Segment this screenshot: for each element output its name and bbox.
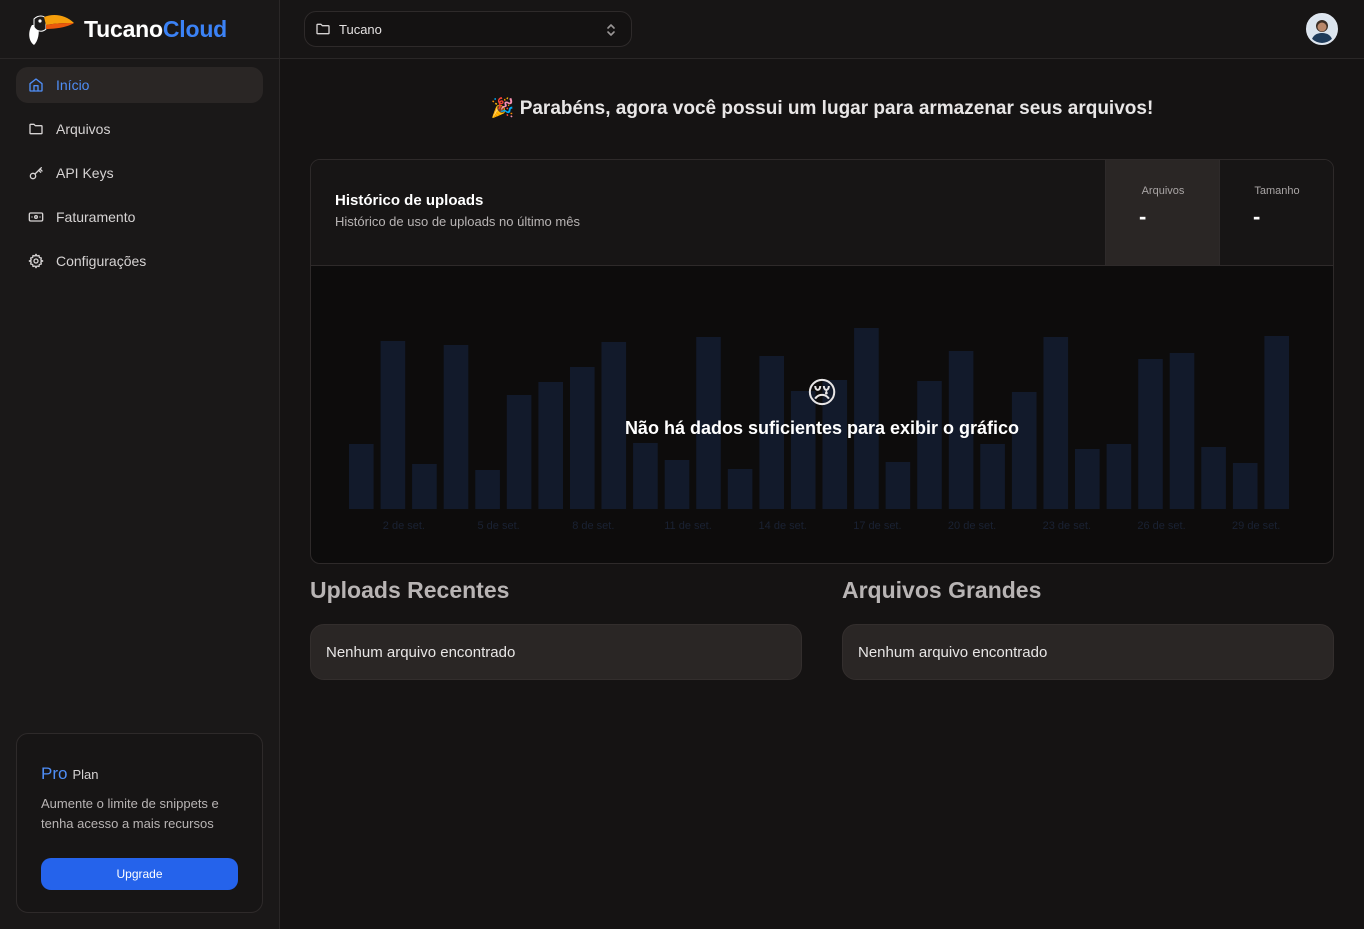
sidebar-item-label: Faturamento	[56, 209, 136, 225]
chart-bar	[980, 444, 1005, 509]
stat-files[interactable]: Arquivos -	[1105, 160, 1219, 265]
bucket-selector[interactable]: Tucano	[304, 11, 632, 47]
user-avatar-image	[1308, 15, 1336, 43]
upload-history-header: Histórico de uploads Histórico de uso de…	[311, 160, 1333, 266]
chart-x-tick-label: 26 de set.	[1137, 520, 1185, 532]
chart-bar	[475, 470, 500, 509]
pro-plan-description: Aumente o limite de snippets e tenha ace…	[41, 796, 219, 831]
chart-bar	[633, 443, 658, 509]
upload-history-card: Histórico de uploads Histórico de uso de…	[310, 159, 1334, 564]
sidebar-item-faturamento[interactable]: Faturamento	[16, 199, 263, 235]
brand-name: TucanoCloud	[84, 15, 228, 42]
sidebar-item-label: Início	[56, 77, 90, 93]
recent-uploads-title: Uploads Recentes	[310, 577, 510, 603]
chart-x-tick-label: 17 de set.	[853, 520, 901, 532]
upgrade-button[interactable]: Upgrade	[41, 858, 238, 890]
key-icon	[29, 167, 43, 180]
chart-bar	[1201, 447, 1226, 509]
large-files-empty: Nenhum arquivo encontrado	[842, 624, 1334, 680]
sidebar-item-arquivos[interactable]: Arquivos	[16, 111, 263, 147]
chart-bar	[664, 460, 690, 509]
sidebar-nav: Início Arquivos API Keys Faturamento Con…	[0, 59, 279, 295]
chart-x-tick-label: 14 de set.	[759, 520, 807, 532]
chart-bar	[349, 444, 374, 509]
chart-empty-state: 😢 Não há dados suficientes para exibir o…	[311, 376, 1333, 439]
folder-icon	[29, 123, 43, 135]
stat-size[interactable]: Tamanho -	[1219, 160, 1333, 265]
chart-x-tick-label: 5 de set.	[477, 520, 519, 532]
chart-bar	[1232, 463, 1258, 509]
bucket-selector-value: Tucano	[339, 21, 382, 37]
chart-bar	[1106, 444, 1132, 509]
user-avatar[interactable]	[1306, 13, 1338, 45]
brand-logo[interactable]: TucanoCloud	[0, 0, 279, 59]
recent-uploads-empty: Nenhum arquivo encontrado	[310, 624, 802, 680]
stat-files-value: -	[1139, 204, 1147, 229]
chart-bar	[1075, 449, 1100, 509]
home-icon	[29, 78, 43, 92]
stat-files-label: Arquivos	[1141, 185, 1185, 197]
chart-x-tick-label: 20 de set.	[948, 520, 996, 532]
chart-x-tick-label: 11 de set.	[664, 520, 712, 532]
chart-bar	[727, 469, 753, 509]
chart-empty-message: Não há dados suficientes para exibir o g…	[624, 418, 1020, 438]
upload-history-title: Histórico de uploads	[335, 192, 484, 209]
sidebar-item-inicio[interactable]: Início	[16, 67, 263, 103]
pro-plan-title: Pro Plan	[41, 764, 238, 784]
stat-size-label: Tamanho	[1254, 185, 1300, 197]
sidebar-item-label: API Keys	[56, 165, 114, 181]
sidebar-item-api-keys[interactable]: API Keys	[16, 155, 263, 191]
pro-plan-card: Pro Plan Aumente o limite de snippets e …	[16, 733, 263, 913]
sidebar-item-configuracoes[interactable]: Configurações	[16, 243, 263, 279]
gear-icon	[28, 253, 44, 269]
chart-bar	[412, 464, 437, 509]
pro-plan-label: Plan	[72, 767, 99, 782]
chart-x-tick-label: 23 de set.	[1043, 520, 1091, 532]
congrats-heading: 🎉 Parabéns, agora você possui um lugar p…	[280, 96, 1364, 120]
chart-x-tick-label: 8 de set.	[572, 520, 614, 532]
crying-face-icon: 😢	[806, 377, 838, 410]
upload-history-subtitle: Histórico de uso de uploads no último mê…	[335, 214, 580, 229]
congrats-text: Parabéns, agora você possui um lugar par…	[519, 98, 1154, 119]
folder-icon	[316, 23, 330, 35]
sidebar: TucanoCloud Início Arquivos API Keys Fat…	[0, 0, 280, 929]
banknote-icon	[28, 212, 44, 222]
chevrons-up-down-icon	[607, 24, 615, 36]
top-header: Tucano	[280, 0, 1364, 59]
large-files-title: Arquivos Grandes	[842, 577, 1042, 603]
pro-plan-highlight: Pro	[41, 764, 68, 783]
sidebar-item-label: Configurações	[56, 253, 147, 269]
chart-x-tick-label: 2 de set.	[383, 520, 425, 532]
party-popper-icon: 🎉	[490, 98, 515, 119]
chart-bar	[885, 462, 911, 509]
chart-x-tick-label: 29 de set.	[1232, 520, 1280, 532]
stat-size-value: -	[1253, 204, 1261, 229]
sidebar-item-label: Arquivos	[56, 121, 111, 137]
toucan-logo-icon	[29, 15, 74, 45]
